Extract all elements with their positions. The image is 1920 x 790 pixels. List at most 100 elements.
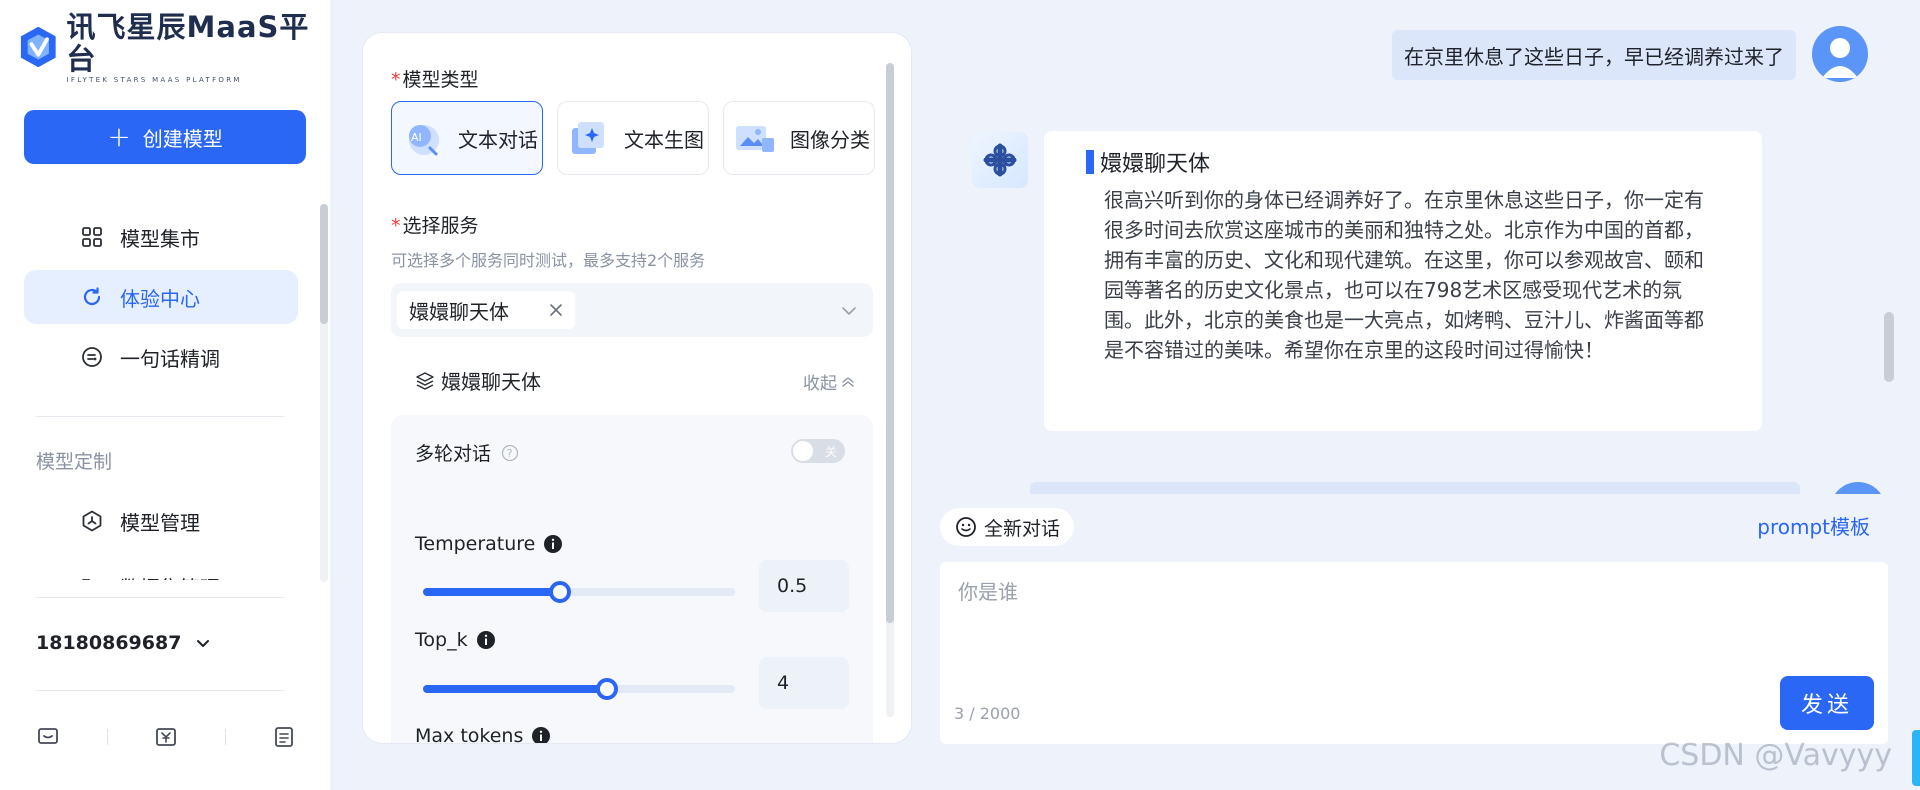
sidebar-item-dataset-management[interactable]: 数据集管理 bbox=[24, 559, 298, 580]
slider-handle[interactable] bbox=[549, 581, 572, 603]
max-tokens-label: Max tokens bbox=[415, 725, 551, 744]
sidebar-divider bbox=[36, 597, 284, 598]
model-type-text-to-image[interactable]: 文本生图 bbox=[557, 101, 709, 175]
chat-scrollbar[interactable] bbox=[1884, 30, 1894, 630]
slider-handle[interactable] bbox=[596, 678, 619, 700]
sidebar-item-one-sentence-tune[interactable]: 一句话精调 bbox=[24, 330, 298, 384]
next-message-peek bbox=[1030, 482, 1800, 494]
document-icon[interactable] bbox=[272, 725, 296, 749]
top-k-label: Top_k bbox=[415, 629, 496, 651]
create-model-button[interactable]: + 创建模型 bbox=[24, 110, 306, 164]
account-dropdown[interactable]: 18180869687 bbox=[36, 632, 211, 654]
chat-area: 在京里休息了这些日子，早已经调养过来了 嬛嬛聊天体 很高兴听到你的身体已经调养好… bbox=[940, 0, 1900, 790]
footer-separator bbox=[106, 729, 108, 745]
temperature-slider[interactable] bbox=[423, 581, 735, 603]
slider-fill bbox=[423, 588, 561, 596]
sidebar-item-model-management[interactable]: 模型管理 bbox=[24, 494, 298, 548]
collapse-label: 收起 bbox=[803, 374, 837, 394]
message-input[interactable] bbox=[958, 576, 1798, 656]
collapse-button[interactable]: 收起 bbox=[803, 369, 855, 394]
sidebar-divider bbox=[36, 416, 284, 417]
create-model-label: 创建模型 bbox=[142, 126, 223, 151]
logo-mark-icon bbox=[20, 26, 56, 68]
corner-scroll-marker bbox=[1912, 730, 1920, 786]
service-section-header: 嬛嬛聊天体 bbox=[415, 366, 541, 395]
user-avatar-icon bbox=[1822, 38, 1858, 78]
info-icon[interactable] bbox=[476, 630, 496, 650]
bot-avatar bbox=[972, 132, 1028, 188]
sidebar-item-experience-center[interactable]: 体验中心 bbox=[24, 270, 298, 324]
info-icon[interactable] bbox=[531, 726, 551, 744]
temperature-input[interactable]: 0.5 bbox=[759, 560, 849, 612]
config-scrollbar-thumb[interactable] bbox=[886, 63, 894, 623]
brand-title: 讯飞星辰MaaS平台 bbox=[66, 9, 310, 76]
model-type-label-text: 图像分类 bbox=[790, 127, 870, 152]
grid-icon bbox=[82, 227, 102, 247]
config-scrollbar[interactable] bbox=[886, 63, 894, 717]
char-counter: 3 / 2000 bbox=[954, 704, 1021, 723]
sidebar-scrollbar-thumb[interactable] bbox=[320, 204, 328, 324]
sidebar-item-model-market[interactable]: 模型集市 bbox=[24, 210, 298, 264]
accent-bar bbox=[1086, 150, 1094, 174]
slider-fill bbox=[423, 685, 608, 693]
bot-reply-text: 很高兴听到你的身体已经调养好了。在京里休息这些日子，你一定有很多时间去欣赏这座城… bbox=[1104, 188, 1704, 362]
image-gen-icon bbox=[572, 122, 604, 154]
sidebar-scroll-clip: 数据集管理 bbox=[0, 555, 330, 580]
send-button[interactable]: 发送 bbox=[1780, 676, 1874, 730]
sidebar-item-label: 模型集市 bbox=[120, 226, 200, 251]
svg-text:?: ? bbox=[507, 447, 513, 460]
sidebar: 讯飞星辰MaaS平台 IFLYTEK STARS MAAS PLATFORM +… bbox=[0, 0, 330, 790]
sidebar-item-label: 模型管理 bbox=[120, 510, 200, 535]
chevron-down-icon bbox=[842, 307, 856, 315]
watermark-text: CSDN @Vavyyy bbox=[1659, 738, 1892, 773]
chat-scrollbar-thumb[interactable] bbox=[1884, 312, 1894, 382]
sidebar-item-label: 数据集管理 bbox=[120, 572, 220, 581]
model-type-text-chat[interactable]: AI 文本对话 bbox=[391, 101, 543, 175]
sidebar-item-label: 体验中心 bbox=[120, 286, 200, 311]
model-type-image-classify[interactable]: 图像分类 bbox=[723, 101, 875, 175]
refresh-icon bbox=[83, 287, 101, 306]
help-icon[interactable]: ? bbox=[501, 444, 519, 462]
folder-icon bbox=[82, 579, 91, 580]
section-label-model-custom: 模型定制 bbox=[36, 451, 113, 473]
yuan-icon[interactable] bbox=[154, 725, 178, 749]
top-k-slider[interactable] bbox=[423, 678, 735, 700]
bot-logo-icon bbox=[983, 143, 1017, 177]
brand-logo[interactable]: 讯飞星辰MaaS平台 IFLYTEK STARS MAAS PLATFORM bbox=[18, 11, 330, 84]
info-icon[interactable] bbox=[543, 534, 563, 554]
svg-text:AI: AI bbox=[411, 131, 422, 144]
toggle-knob bbox=[793, 441, 813, 461]
message-input-box: 3 / 2000 发送 bbox=[940, 562, 1888, 744]
sidebar-divider bbox=[36, 690, 284, 691]
chevron-up-icon bbox=[842, 376, 854, 387]
service-label: * 选择服务 bbox=[391, 215, 479, 237]
chat-icon[interactable] bbox=[36, 725, 60, 749]
new-chat-button[interactable]: 全新对话 bbox=[940, 508, 1075, 546]
service-select[interactable]: 嬛嬛聊天体 bbox=[391, 283, 873, 337]
hexagon-icon bbox=[82, 510, 102, 532]
service-section-title: 嬛嬛聊天体 bbox=[441, 370, 541, 394]
brand-subtitle: IFLYTEK STARS MAAS PLATFORM bbox=[66, 75, 242, 84]
new-chat-label: 全新对话 bbox=[984, 517, 1061, 540]
top-k-input[interactable]: 4 bbox=[759, 657, 849, 709]
param-box: 多轮对话 ? 关 Temperature 0.5 Top_k 4 Max tok… bbox=[391, 415, 873, 744]
user-avatar[interactable] bbox=[1812, 26, 1868, 82]
sidebar-scrollbar[interactable] bbox=[320, 204, 328, 582]
sidebar-footer-icons bbox=[36, 725, 296, 749]
model-type-label-text: 文本生图 bbox=[624, 127, 704, 152]
config-panel: * 模型类型 AI 文本对话 文本生图 图像分类 * 选择服务 可选择多个服务同时测… bbox=[362, 32, 912, 744]
close-icon[interactable] bbox=[549, 303, 563, 317]
service-hint: 可选择多个服务同时测试，最多支持2个服务 bbox=[391, 251, 706, 270]
selected-service-label: 嬛嬛聊天体 bbox=[409, 299, 509, 324]
temperature-label: Temperature bbox=[415, 533, 563, 555]
user-avatar-peek bbox=[1830, 482, 1886, 494]
prompt-template-link[interactable]: prompt模板 bbox=[1757, 511, 1870, 540]
bot-message-card: 嬛嬛聊天体 很高兴听到你的身体已经调养好了。在京里休息这些日子，你一定有很多时间… bbox=[1044, 131, 1762, 431]
chat-bot-icon: AI bbox=[409, 125, 439, 156]
image-classify-icon bbox=[736, 126, 774, 152]
smile-chat-icon bbox=[956, 517, 976, 537]
user-message-bubble: 在京里休息了这些日子，早已经调养过来了 bbox=[1392, 30, 1796, 80]
multi-turn-toggle[interactable]: 关 bbox=[791, 439, 845, 463]
selected-service-tag: 嬛嬛聊天体 bbox=[397, 291, 575, 329]
chevron-down-icon bbox=[197, 640, 210, 647]
